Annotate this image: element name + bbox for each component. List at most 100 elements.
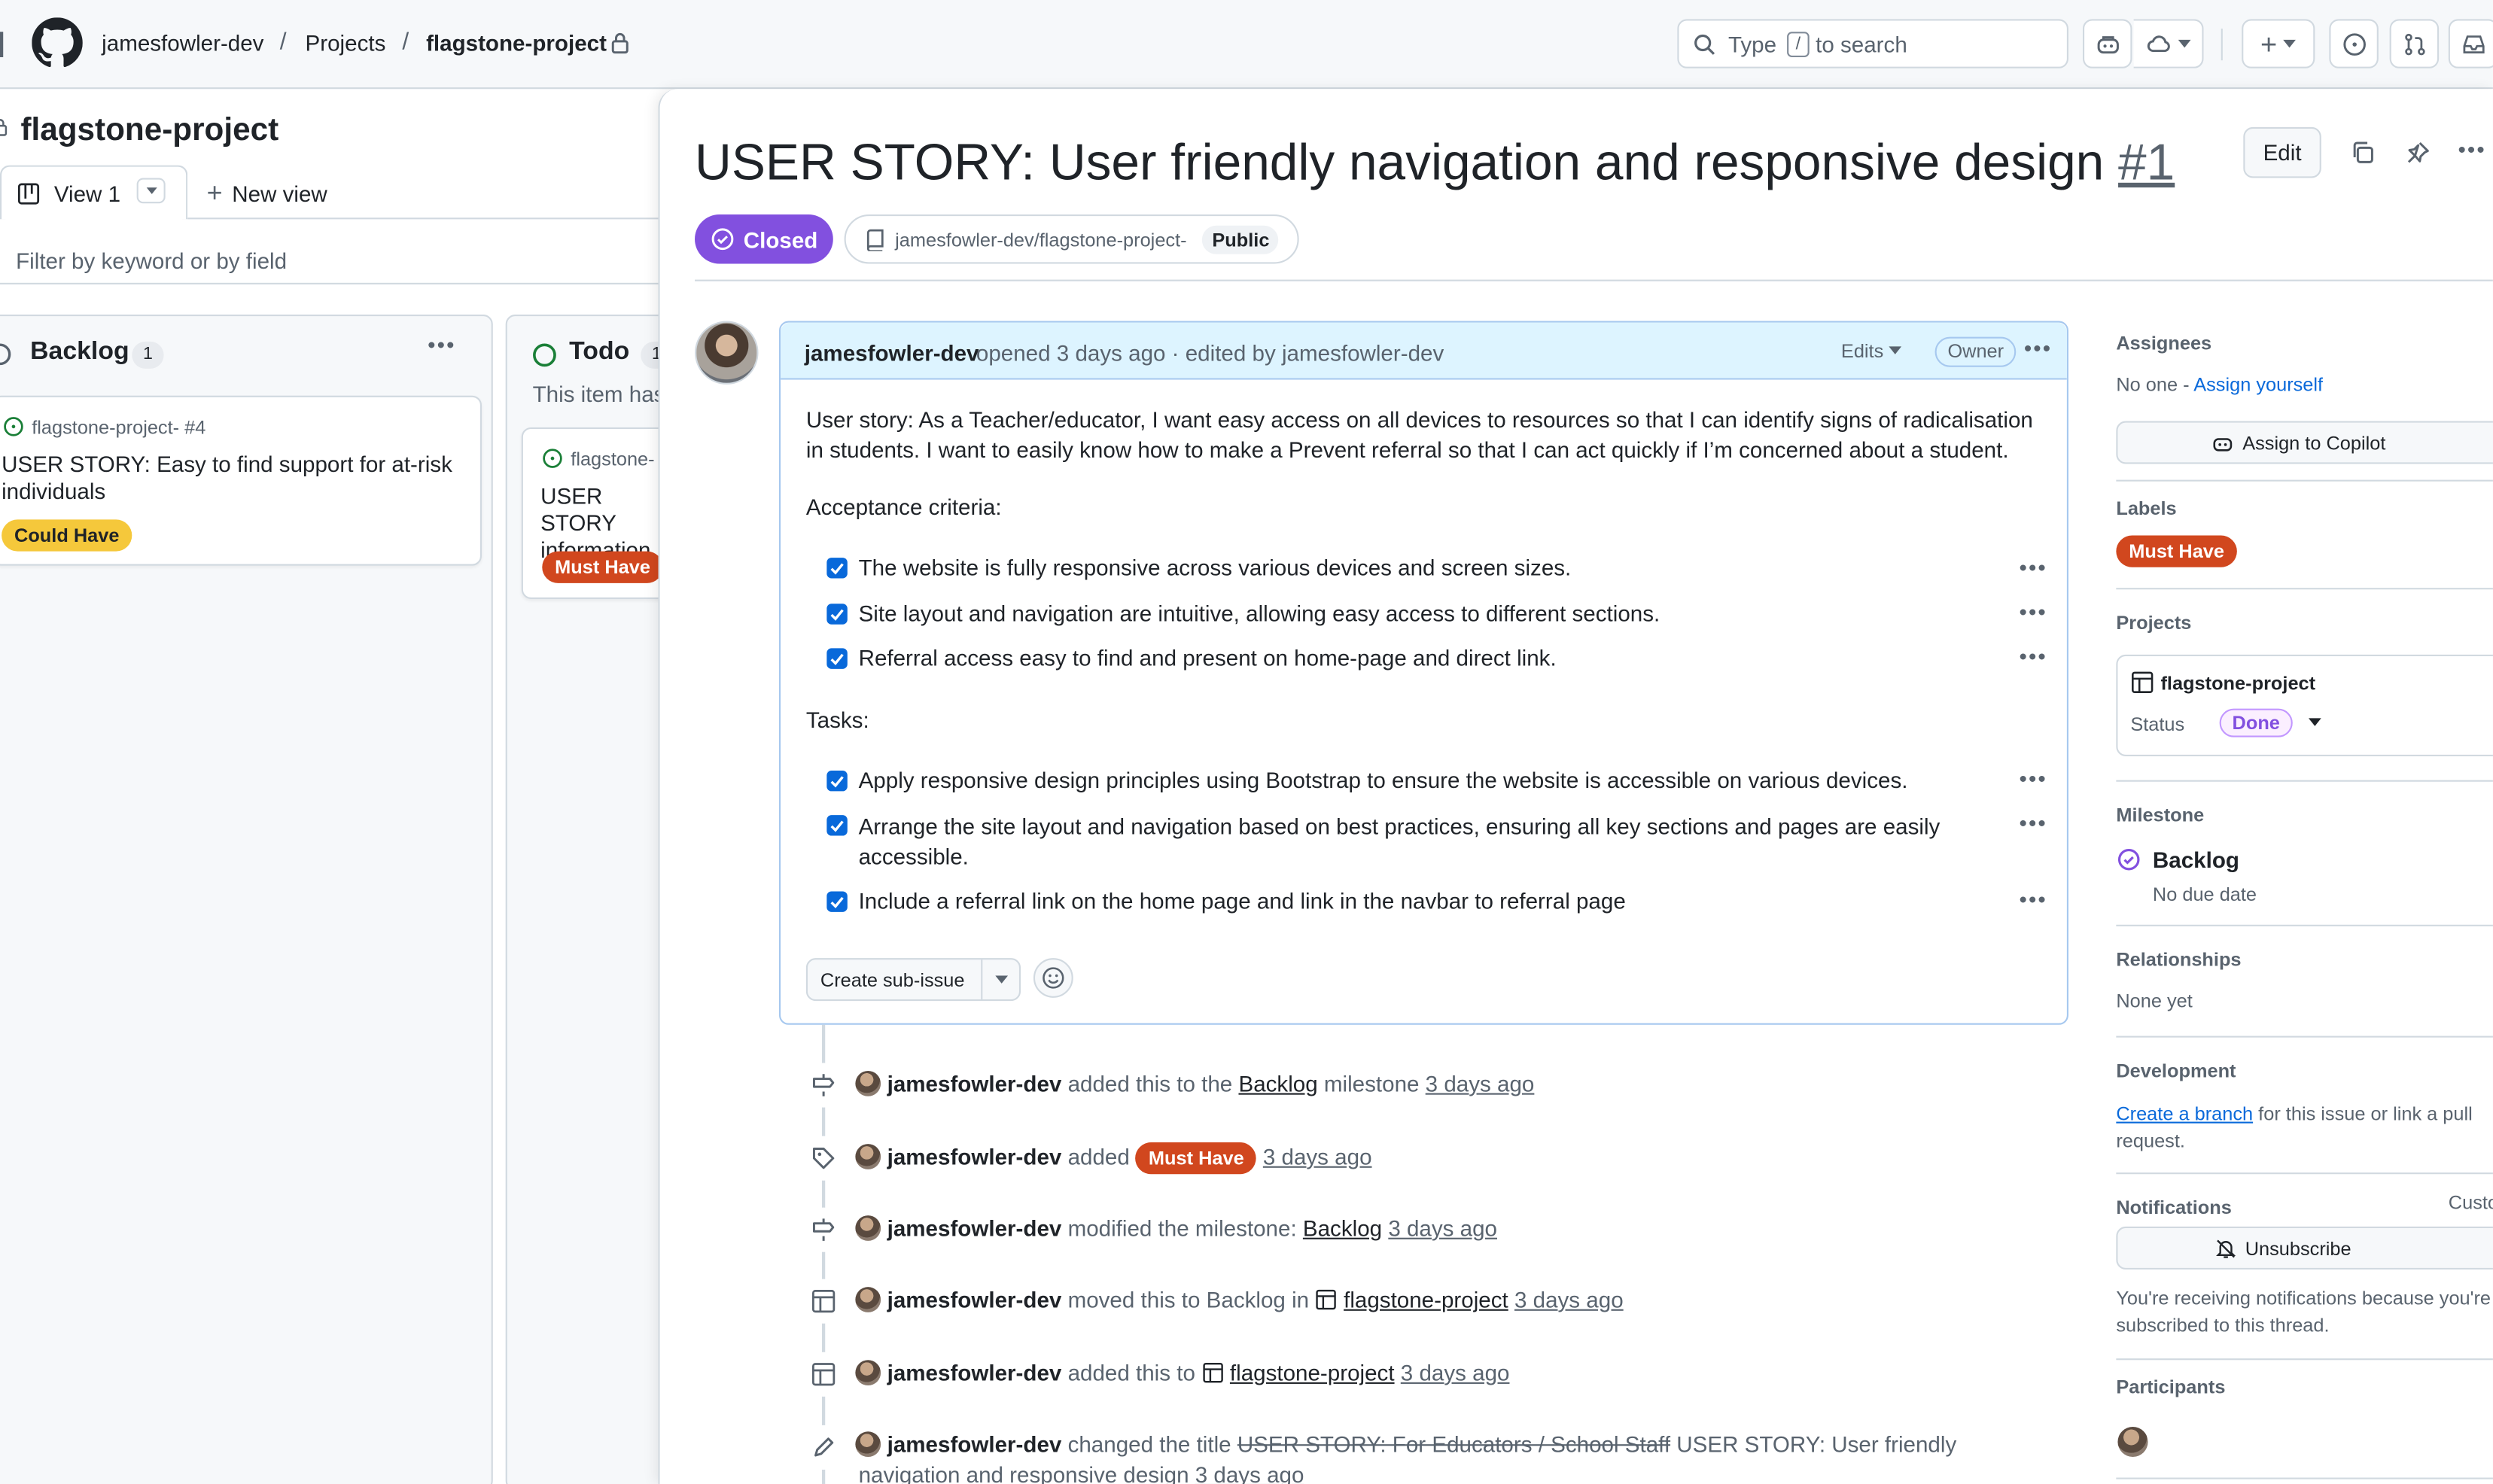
milestone-link[interactable]: Backlog (1303, 1215, 1382, 1241)
task-options-icon[interactable]: ••• (2019, 555, 2047, 580)
column-menu-button[interactable]: ••• (428, 332, 455, 357)
inbox-icon (2461, 31, 2486, 56)
search-input[interactable]: Type / to search (1677, 19, 2068, 68)
chevron-down-icon (2283, 38, 2297, 49)
chevron-down-icon[interactable] (995, 975, 1009, 985)
tag-icon (801, 1136, 846, 1181)
view-tab[interactable]: View 1 (0, 165, 188, 220)
event-user[interactable]: jamesfowler-dev (887, 1215, 1062, 1241)
comment-author[interactable]: jamesfowler-dev (805, 340, 979, 366)
dev-text: for this issue or link a pull (2258, 1102, 2473, 1125)
inbox-button[interactable] (2448, 19, 2493, 68)
task-checkbox[interactable] (826, 815, 848, 836)
event-time[interactable]: 3 days ago (1426, 1071, 1535, 1096)
customize-link[interactable]: Custo (2449, 1191, 2493, 1214)
participant-avatar[interactable] (2117, 1426, 2148, 1458)
card-title[interactable]: USER STORY: Easy to find support for at-… (2, 452, 463, 506)
create-sub-issue-button[interactable]: Create sub-issue (805, 958, 1021, 1002)
event-user[interactable]: jamesfowler-dev (887, 1287, 1062, 1312)
event-user[interactable]: jamesfowler-dev (887, 1360, 1062, 1385)
issue-number-link[interactable]: #1 (2118, 133, 2175, 190)
issues-button[interactable] (2329, 19, 2379, 68)
milestone-link[interactable]: Backlog (1238, 1071, 1317, 1096)
event-time[interactable]: 3 days ago (1388, 1215, 1497, 1241)
search-shortcut-key: / (1787, 32, 1810, 58)
github-logo-icon[interactable] (32, 17, 83, 68)
task-checkbox[interactable] (826, 770, 848, 792)
pull-requests-button[interactable] (2389, 19, 2440, 68)
issue-card[interactable]: flagstone-project- #4 USER STORY: Easy t… (0, 395, 482, 566)
assign-yourself-link[interactable]: Assign yourself (2193, 373, 2323, 396)
create-branch-link[interactable]: Create a branch (2116, 1102, 2253, 1125)
view-options-button[interactable] (136, 178, 166, 204)
sidebar-label-must-have[interactable]: Must Have (2116, 535, 2237, 567)
more-options-icon[interactable]: ••• (2458, 137, 2485, 163)
development-heading: Development (2116, 1060, 2236, 1082)
project-name[interactable]: flagstone-project (2160, 672, 2315, 695)
notif-text: You're receiving notifications because y… (2116, 1287, 2491, 1309)
edits-dropdown[interactable]: Edits (1841, 340, 1902, 362)
task-options-icon[interactable]: ••• (2019, 810, 2047, 836)
card-label-could-have: Could Have (2, 519, 132, 552)
dev-text: request. (2116, 1130, 2185, 1152)
event-user[interactable]: jamesfowler-dev (887, 1431, 1062, 1457)
projects-heading[interactable]: Projects (2116, 612, 2191, 634)
pin-icon[interactable] (2406, 140, 2431, 166)
comment-options-icon[interactable]: ••• (2024, 335, 2052, 360)
copy-icon[interactable] (2350, 140, 2376, 166)
must-have-label[interactable]: Must Have (1136, 1142, 1257, 1175)
task-checkbox[interactable] (826, 604, 848, 625)
status-dropdown[interactable]: Done (2219, 708, 2321, 737)
task-checkbox[interactable] (826, 558, 848, 579)
milestone-name[interactable]: Backlog (2153, 847, 2239, 872)
task-options-icon[interactable]: ••• (2019, 766, 2047, 792)
task-options-icon[interactable]: ••• (2019, 643, 2047, 669)
search-icon (1693, 33, 1715, 56)
assign-copilot-button[interactable]: Assign to Copilot (2116, 421, 2493, 464)
milestone-heading[interactable]: Milestone (2116, 804, 2204, 826)
event-time[interactable]: 3 days ago (1195, 1461, 1304, 1484)
breadcrumb-project[interactable]: flagstone-project (426, 30, 607, 56)
copilot-menu-button[interactable] (2133, 19, 2204, 68)
task-checkbox[interactable] (826, 891, 848, 912)
event-time[interactable]: 3 days ago (1514, 1287, 1624, 1312)
assignees-value: No one - Assign yourself (2116, 373, 2323, 396)
user-avatar[interactable] (855, 1360, 881, 1386)
event-user[interactable]: jamesfowler-dev (887, 1071, 1062, 1096)
create-new-button[interactable]: + (2242, 19, 2315, 68)
reaction-button[interactable] (1033, 958, 1073, 998)
chevron-down-icon (2308, 718, 2321, 728)
comment-body-story: User story: As a Teacher/educator, I wan… (805, 406, 2033, 463)
author-avatar[interactable] (695, 321, 759, 385)
task-options-icon[interactable]: ••• (2019, 886, 2047, 912)
table-icon (801, 1279, 846, 1324)
unsubscribe-button[interactable]: Unsubscribe (2116, 1226, 2493, 1270)
breadcrumb-owner[interactable]: jamesfowler-dev (102, 30, 263, 56)
comment-meta: opened 3 days ago · edited by jamesfowle… (976, 339, 1444, 366)
copilot-button[interactable] (2082, 19, 2132, 68)
assignees-heading[interactable]: Assignees (2116, 332, 2211, 354)
acceptance-item: The website is fully responsive across v… (858, 554, 1572, 580)
filter-input[interactable]: Filter by keyword or by field (0, 235, 659, 284)
edit-button[interactable]: Edit (2243, 126, 2321, 178)
event-user[interactable]: jamesfowler-dev (887, 1144, 1062, 1169)
user-avatar[interactable] (855, 1215, 881, 1241)
user-avatar[interactable] (855, 1144, 881, 1169)
event-time[interactable]: 3 days ago (1263, 1144, 1372, 1169)
menu-handle[interactable] (0, 32, 5, 58)
task-checkbox[interactable] (826, 648, 848, 669)
project-link[interactable]: flagstone-project (1344, 1287, 1508, 1312)
new-view-button[interactable]: + New view (207, 178, 327, 209)
project-link[interactable]: flagstone-project (1230, 1360, 1395, 1385)
filter-placeholder: Filter by keyword or by field (16, 248, 288, 274)
repo-pill[interactable]: jamesfowler-dev/flagstone-project- Publi… (844, 214, 1299, 264)
event-time[interactable]: 3 days ago (1401, 1360, 1510, 1385)
user-avatar[interactable] (855, 1431, 881, 1458)
labels-heading[interactable]: Labels (2116, 497, 2176, 520)
user-avatar[interactable] (855, 1287, 881, 1312)
breadcrumb-projects[interactable]: Projects (306, 30, 386, 56)
user-avatar[interactable] (855, 1071, 881, 1096)
sidebar-divider (2116, 588, 2493, 590)
task-options-icon[interactable]: ••• (2019, 599, 2047, 625)
search-suffix: to search (1816, 32, 1907, 58)
